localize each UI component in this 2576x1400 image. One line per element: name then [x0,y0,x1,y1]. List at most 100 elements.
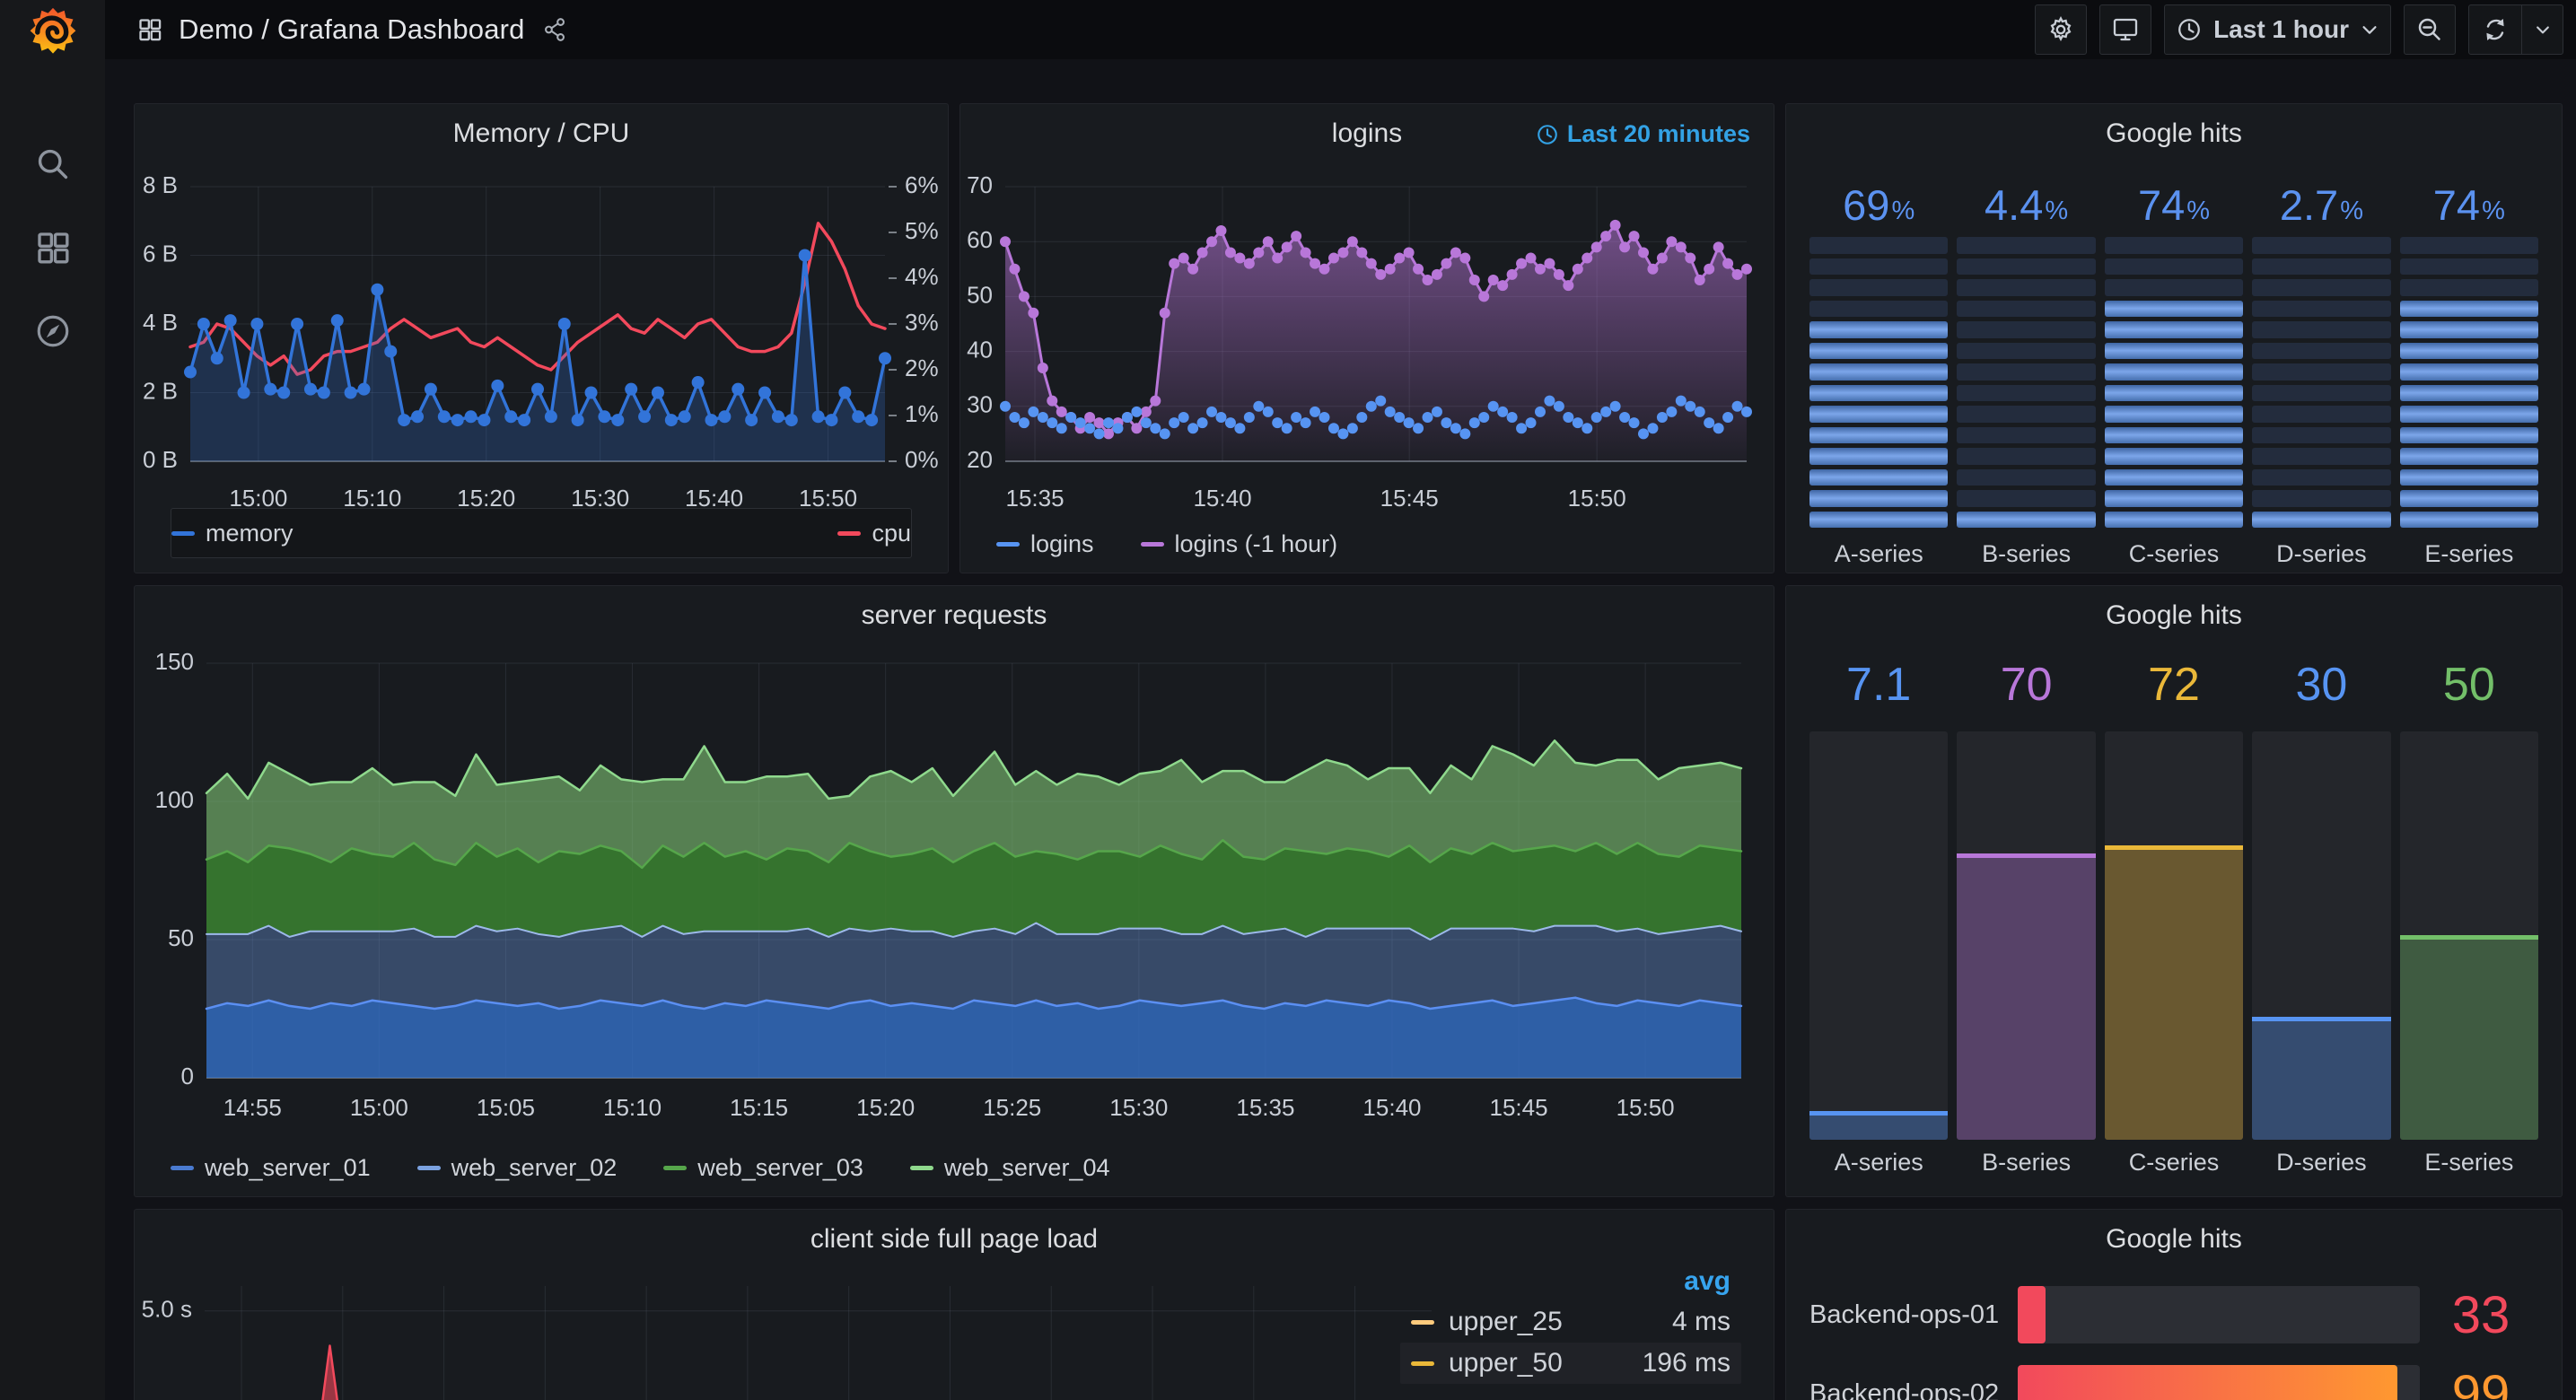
gauge-segment [1809,426,1949,443]
grafana-logo[interactable] [26,5,80,59]
sidebar-item-search[interactable] [34,145,72,183]
legend-item[interactable]: cpu [837,520,911,547]
svg-text:70: 70 [967,171,993,198]
gauge-segment [2252,468,2391,486]
gauge-segment [1957,490,2096,507]
legend-item[interactable]: logins [996,530,1094,558]
gauge-value: 30 [2295,659,2348,711]
gauge-segment [1957,342,2096,359]
gauge-segments [1957,237,2096,528]
settings-button[interactable] [2035,4,2088,55]
svg-text:4%: 4% [905,263,939,290]
sidebar-item-explore[interactable] [34,312,72,350]
series-color-dash [416,1166,441,1170]
gauge-segment [2399,511,2539,528]
gauge-segments [1809,237,1949,528]
panel-client-page-load: client side full page load 5.0 s avg upp… [134,1209,1774,1400]
gauge-segment [1957,300,2096,317]
refresh-interval-button[interactable] [2521,5,2563,54]
gauge-column: 72 C-series [2104,658,2244,1177]
gauge-segment [2104,468,2244,486]
gauge-segment [1957,468,2096,486]
category-label: C-series [2128,1149,2220,1176]
category-label: B-series [1982,1149,2072,1176]
zoom-out-button[interactable] [2404,4,2456,55]
series-name: upper_50 [1449,1348,1563,1378]
svg-text:15:45: 15:45 [1380,485,1439,512]
series-color-dash [837,530,862,536]
gauge-track [2399,731,2539,1140]
series-color-dash [1140,542,1164,547]
legend-row-upper-50[interactable]: upper_50 196 ms [1400,1343,1741,1384]
legend-item[interactable]: web_server_01 [171,1154,371,1182]
panel-title[interactable]: Google hits [1786,586,2562,645]
gauge-segment [1809,363,1949,381]
zoom-out-icon [2418,18,2440,40]
gauge-segment [2252,511,2391,528]
gauge-segment [2252,237,2391,254]
gauge-column: 50 E-series [2399,658,2539,1177]
gauge-fill [1957,853,2096,1140]
panel-title[interactable]: Google hits [1786,1210,2562,1269]
time-range-picker[interactable]: Last 1 hour [2164,4,2391,55]
gauge-segment [2399,300,2539,317]
series-name: web_server_01 [205,1154,371,1181]
legend-item[interactable]: memory [171,520,294,547]
svg-text:2%: 2% [905,354,939,381]
gauge-track [2104,731,2244,1140]
svg-text:50: 50 [967,281,993,308]
panel-title[interactable]: Google hits [1786,104,2562,163]
gauge-segment [1809,258,1949,275]
series-avg-value: 4 ms [1671,1307,1730,1336]
gauge-segment [2104,300,2244,317]
series-color-dash [171,530,195,536]
gauge-segment [1809,384,1949,401]
gauge-segment [2399,448,2539,465]
gauge-segment [2399,258,2539,275]
legend-item[interactable]: web_server_03 [663,1154,863,1182]
series-name: cpu [872,519,911,547]
sidebar-item-dashboards[interactable] [34,230,72,266]
legend-item[interactable]: web_server_02 [416,1154,617,1182]
gauge-segment [1809,468,1949,486]
cycle-view-button[interactable] [2099,4,2152,55]
gauge-fill [2018,1365,2398,1400]
panel-memory-cpu: Memory / CPU 8 B6 B4 B2 B0 B 6% 5% 4% 3% 2% 1%… [134,103,949,573]
legend: memory cpu [171,508,912,558]
gauge-segment [2399,426,2539,443]
gauge-segment [2252,342,2391,359]
gauge-row-label: Backend-ops-01 [1809,1299,2000,1329]
gauge-segment [2104,258,2244,275]
gauge-segments [2104,237,2244,528]
dashboards-icon [37,232,68,264]
refresh-button[interactable] [2469,5,2521,54]
gauge-segment [1957,279,2096,296]
gauge-column: 7.1 A-series [1809,658,1949,1177]
legend: web_server_01 web_server_02 web_server_03 w… [171,1154,1738,1182]
gauge-column: 74% C-series [2104,172,2244,568]
svg-text:0 B: 0 B [143,446,178,473]
svg-text:20: 20 [967,446,993,473]
dashboard-title[interactable]: Demo / Grafana Dashboard [179,13,525,46]
gauge-segment [1957,406,2096,423]
svg-text:5%: 5% [905,217,939,244]
gauge-segment [1957,258,2096,275]
gauge-segment [2399,384,2539,401]
legend-item[interactable]: logins (-1 hour) [1140,530,1338,558]
legend-avg-header[interactable]: avg [1400,1262,1741,1301]
time-range-label: Last 1 hour [2213,15,2349,43]
breadcrumb[interactable]: Demo / Grafana Dashboard [137,13,568,46]
horizontal-bar-gauge: Backend-ops-01 33 Backend-ops-02 99 [1809,1286,2542,1400]
svg-text:6%: 6% [905,171,939,198]
toolbar: Last 1 hour [2035,4,2563,55]
series-name: logins (-1 hour) [1174,530,1338,557]
svg-text:40: 40 [967,336,993,363]
gauge-segment [2252,258,2391,275]
gauge-segment [1957,426,2096,443]
legend-item[interactable]: web_server_04 [909,1154,1110,1182]
gauge-segment [1809,300,1949,317]
gauge-row: Backend-ops-01 33 [1809,1286,2542,1344]
share-button[interactable] [541,16,568,43]
svg-text:4 B: 4 B [143,309,178,336]
legend-row-upper-25[interactable]: upper_25 4 ms [1400,1301,1741,1343]
